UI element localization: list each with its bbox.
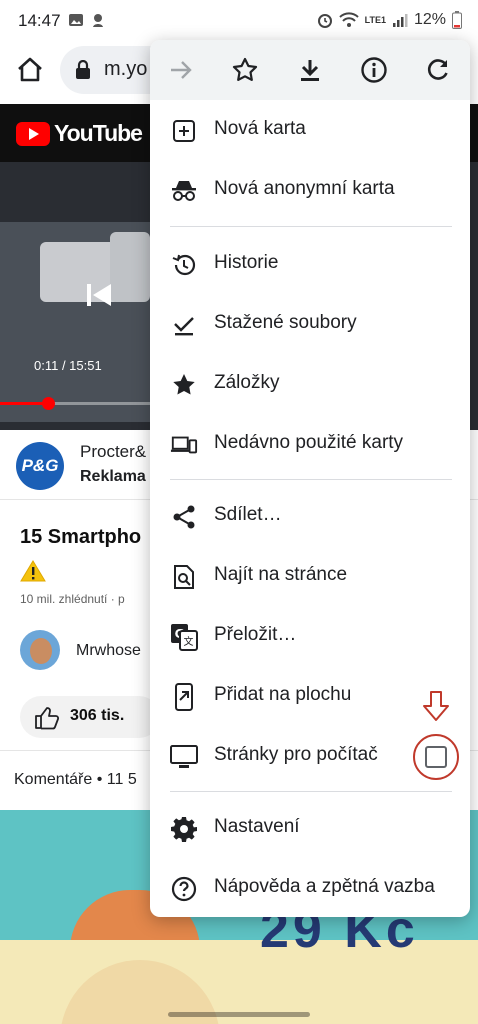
battery-icon bbox=[452, 11, 462, 29]
forward-icon bbox=[171, 61, 192, 79]
url-text: m.yo bbox=[104, 58, 148, 80]
like-button[interactable]: 306 tis. bbox=[20, 696, 160, 738]
menu-item-settings[interactable]: Nastavení bbox=[150, 798, 470, 858]
signal-icon bbox=[392, 14, 408, 27]
menu-item-new-tab[interactable]: Nová karta bbox=[150, 100, 470, 160]
home-icon bbox=[18, 57, 42, 82]
downloads-icon bbox=[170, 311, 198, 339]
menu-item-label: Nápověda a zpětná vazba bbox=[214, 876, 435, 897]
youtube-play-icon bbox=[16, 121, 50, 146]
overflow-menu: Nová karta Nová anonymní karta Historie … bbox=[150, 40, 470, 917]
desktop-icon bbox=[170, 743, 198, 771]
lock-icon bbox=[76, 60, 90, 79]
menu-top-action-row bbox=[150, 40, 470, 100]
network-label: LTE1 bbox=[364, 15, 386, 25]
status-bar: 14:47 LTE1 12% bbox=[0, 0, 478, 42]
help-icon bbox=[170, 875, 198, 903]
download-page-button[interactable] bbox=[293, 53, 327, 87]
video-progress-bar[interactable] bbox=[0, 397, 160, 410]
desktop-site-checkbox[interactable] bbox=[425, 746, 447, 768]
incognito-icon bbox=[170, 177, 198, 205]
star-icon bbox=[232, 57, 258, 81]
menu-item-label: Historie bbox=[214, 252, 279, 273]
menu-item-new-incognito-tab[interactable]: Nová anonymní karta bbox=[150, 160, 470, 220]
menu-divider bbox=[170, 226, 452, 227]
reload-icon bbox=[427, 59, 448, 80]
home-button[interactable] bbox=[14, 54, 46, 86]
status-notification-icons bbox=[68, 12, 106, 28]
battery-percent: 12% bbox=[413, 11, 446, 28]
wifi-icon bbox=[338, 12, 359, 27]
new-tab-icon bbox=[170, 117, 198, 145]
menu-item-label: Záložky bbox=[214, 372, 280, 393]
warning-icon bbox=[20, 560, 46, 582]
channel-name: Procter& bbox=[80, 442, 147, 461]
menu-divider bbox=[170, 791, 452, 792]
video-scrub-handle[interactable] bbox=[42, 397, 55, 410]
menu-item-share[interactable]: Sdílet… bbox=[150, 486, 470, 546]
thumbs-up-icon bbox=[35, 707, 60, 730]
youtube-logo-text: YouTube bbox=[54, 120, 143, 146]
notification-app-icon bbox=[93, 14, 103, 27]
gallery-icon bbox=[69, 14, 83, 26]
menu-item-downloads[interactable]: Stažené soubory bbox=[150, 294, 470, 354]
author-avatar[interactable] bbox=[20, 630, 60, 670]
menu-item-label: Přeložit… bbox=[214, 624, 297, 645]
download-icon bbox=[301, 60, 319, 81]
info-icon bbox=[361, 57, 387, 83]
annotation-arrow-icon bbox=[423, 691, 449, 721]
menu-item-label: Sdílet… bbox=[214, 504, 282, 525]
previous-video-icon[interactable] bbox=[84, 280, 114, 310]
status-right-group: LTE1 12% bbox=[317, 11, 462, 29]
video-title[interactable]: 15 Smartpho bbox=[20, 526, 141, 549]
menu-divider bbox=[170, 479, 452, 480]
menu-item-label: Nedávno použité karty bbox=[214, 432, 404, 453]
menu-item-help-feedback[interactable]: Nápověda a zpětná vazba bbox=[150, 858, 470, 917]
share-icon bbox=[170, 503, 198, 531]
recent-tabs-icon bbox=[170, 431, 198, 459]
channel-logo: P&G bbox=[16, 442, 64, 490]
bookmarks-icon bbox=[170, 371, 198, 399]
alarm-icon bbox=[317, 14, 332, 28]
svg-text:文: 文 bbox=[184, 635, 194, 648]
youtube-logo[interactable]: YouTube bbox=[16, 120, 143, 147]
menu-item-label: Nastavení bbox=[214, 816, 300, 837]
add-to-home-icon bbox=[170, 683, 198, 711]
menu-item-translate[interactable]: G文 Přeložit… bbox=[150, 606, 470, 666]
video-frame-shape bbox=[110, 232, 150, 302]
menu-item-find-in-page[interactable]: Najít na stránce bbox=[150, 546, 470, 606]
avatar-face-shape bbox=[30, 638, 52, 664]
menu-item-history[interactable]: Historie bbox=[150, 234, 470, 294]
find-icon bbox=[170, 563, 198, 591]
settings-icon bbox=[170, 815, 198, 843]
menu-item-bookmarks[interactable]: Záložky bbox=[150, 354, 470, 414]
video-progress-fill bbox=[0, 402, 48, 405]
menu-item-label: Stránky pro počítač bbox=[214, 744, 378, 765]
menu-item-recent-tabs[interactable]: Nedávno použité karty bbox=[150, 414, 470, 474]
menu-item-label: Přidat na plochu bbox=[214, 684, 352, 705]
like-count: 306 tis. bbox=[70, 707, 125, 724]
comments-count: Komentáře • 11 5 bbox=[14, 771, 137, 788]
menu-item-label: Stažené soubory bbox=[214, 312, 357, 333]
bookmark-star-button[interactable] bbox=[228, 53, 262, 87]
menu-item-desktop-site[interactable]: Stránky pro počítač bbox=[150, 691, 470, 786]
menu-item-label: Nová karta bbox=[214, 118, 306, 139]
forward-button[interactable] bbox=[164, 53, 198, 87]
status-time: 14:47 bbox=[18, 11, 61, 30]
translate-icon: G文 bbox=[170, 623, 198, 651]
video-time: 0:11 / 15:51 bbox=[34, 358, 102, 373]
reload-button[interactable] bbox=[421, 53, 455, 87]
ad-badge: Reklama bbox=[80, 468, 146, 485]
menu-item-label: Nová anonymní karta bbox=[214, 178, 395, 199]
history-icon bbox=[170, 251, 198, 279]
author-name[interactable]: Mrwhose bbox=[76, 642, 141, 660]
page-info-button[interactable] bbox=[357, 53, 391, 87]
gesture-home-indicator[interactable] bbox=[168, 1012, 310, 1017]
menu-item-label: Najít na stránce bbox=[214, 564, 348, 585]
video-views: 10 mil. zhlédnutí · p bbox=[20, 592, 125, 606]
